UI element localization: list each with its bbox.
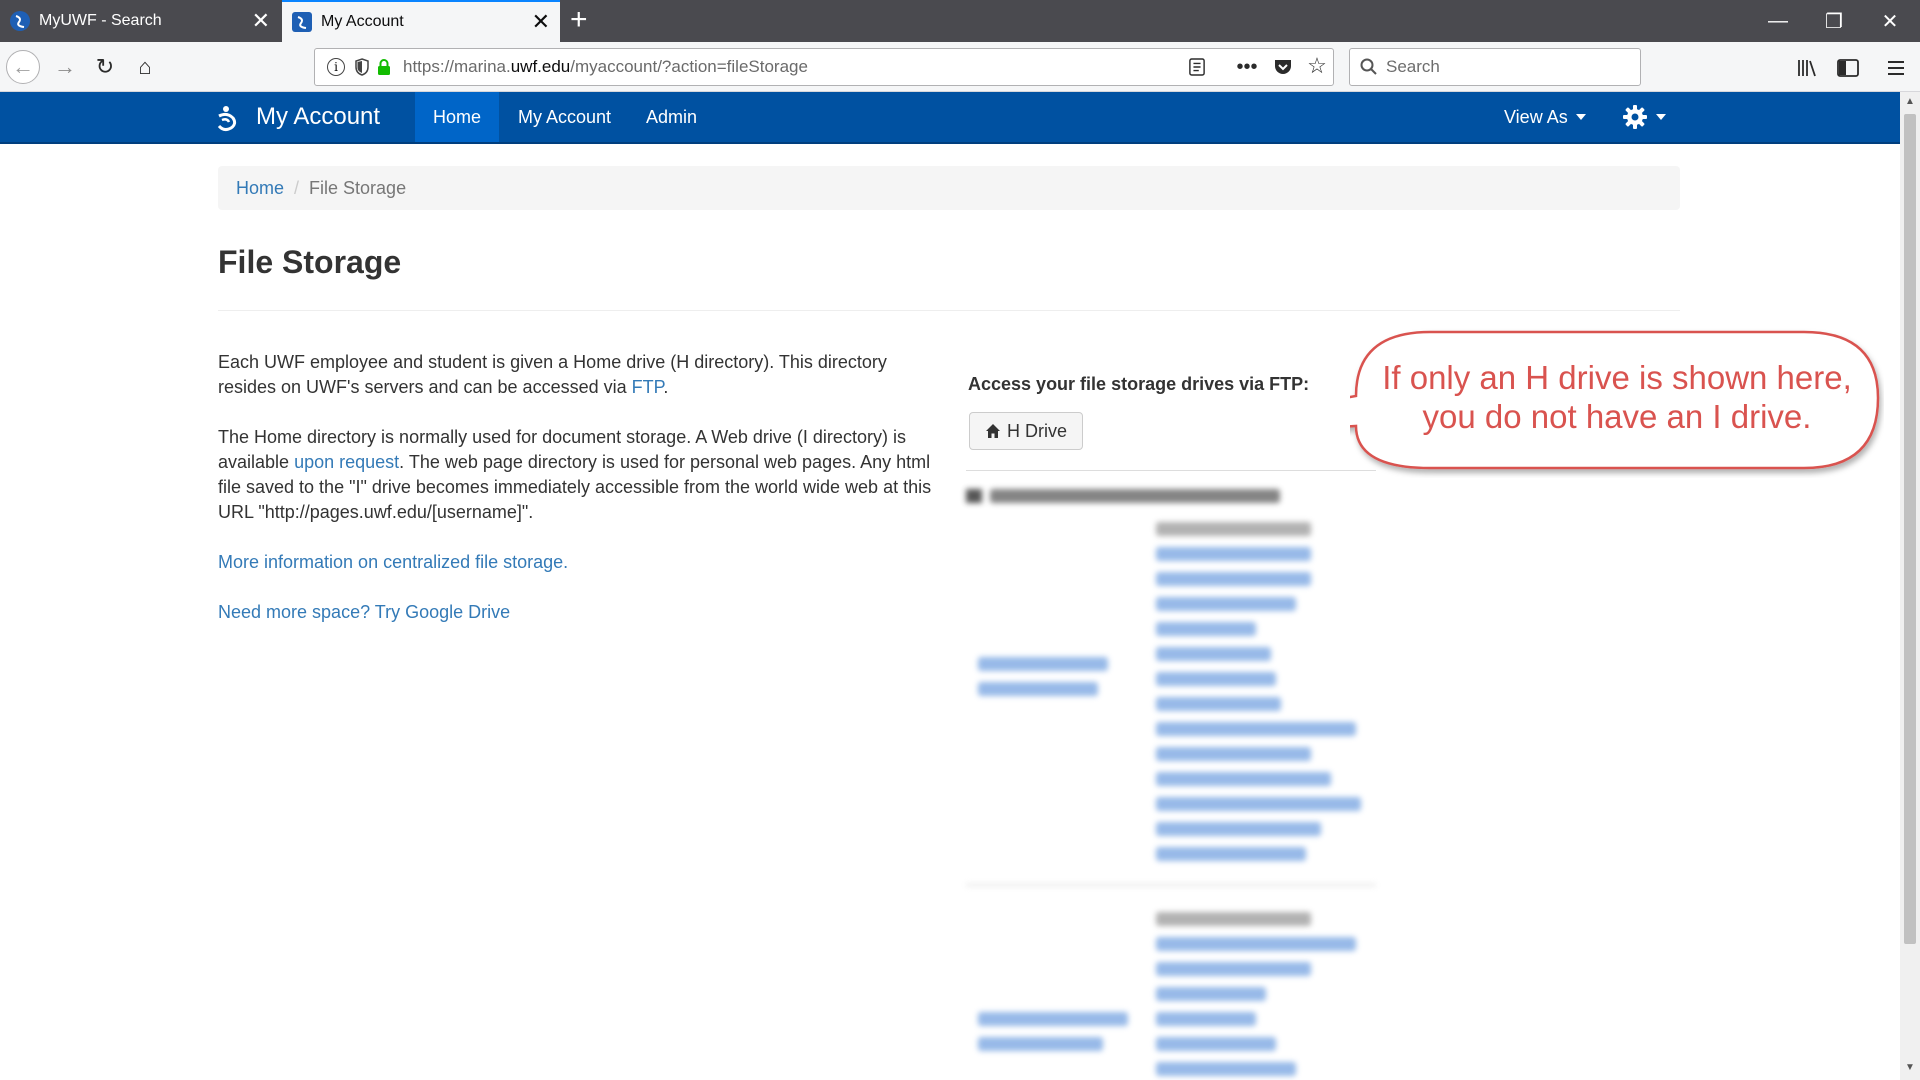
redacted-group: [966, 512, 1376, 912]
url-domain: uwf.edu: [510, 57, 571, 76]
redacted-shared-folders: [966, 472, 1376, 1080]
site-brand[interactable]: My Account: [214, 92, 380, 142]
caret-down-icon: [1656, 114, 1666, 120]
h-drive-button[interactable]: H Drive: [969, 412, 1083, 450]
uwf-favicon-icon: [10, 11, 30, 31]
breadcrumb-current: File Storage: [309, 177, 407, 198]
scroll-up-icon[interactable]: ▲: [1903, 96, 1917, 107]
reload-icon[interactable]: ↻: [88, 50, 122, 84]
ftp-access-label: Access your file storage drives via FTP:: [968, 374, 1310, 394]
brand-title: My Account: [256, 103, 381, 130]
page-title: File Storage: [218, 244, 402, 280]
ftp-divider: [966, 470, 1376, 471]
redacted-header: [966, 480, 1376, 512]
caret-down-icon: [1575, 114, 1586, 120]
browser-search-input[interactable]: [1386, 57, 1626, 77]
intro-text: .: [663, 377, 669, 397]
settings-dropdown[interactable]: [1604, 92, 1684, 142]
url-text[interactable]: https://marina.uwf.edu/myaccount/?action…: [403, 57, 808, 77]
web-drive-paragraph: The Home directory is normally used for …: [218, 425, 938, 525]
browser-tab-bar: MyUWF - Search ✕ My Account ✕ + — ❐ ✕: [0, 0, 1920, 42]
page-actions-icon[interactable]: •••: [1236, 56, 1258, 78]
home-icon: [985, 424, 1000, 438]
site-info-icon[interactable]: i: [327, 58, 345, 76]
home-icon[interactable]: ⌂: [128, 50, 162, 84]
upon-request-link[interactable]: upon request: [294, 452, 399, 472]
forward-icon[interactable]: →: [48, 50, 82, 84]
page-viewport: My Account Home My Account Admin View As: [0, 92, 1900, 1080]
breadcrumb: Home / File Storage: [218, 166, 1680, 210]
browser-toolbar: ← → ↻ ⌂ i https://marina.uwf.edu/myaccou…: [0, 42, 1920, 92]
new-tab-icon[interactable]: +: [570, 4, 588, 36]
library-icon[interactable]: [1796, 56, 1820, 80]
breadcrumb-home-link[interactable]: Home: [236, 178, 284, 199]
close-tab-icon[interactable]: ✕: [532, 11, 550, 33]
search-icon: [1360, 58, 1377, 75]
breadcrumb-separator: /: [294, 177, 300, 198]
restore-icon[interactable]: ❐: [1806, 0, 1862, 42]
back-icon[interactable]: ←: [6, 50, 40, 84]
minimize-icon[interactable]: —: [1750, 0, 1806, 42]
tab-title: My Account: [321, 13, 404, 30]
site-navbar: My Account Home My Account Admin View As: [0, 92, 1900, 144]
intro-paragraph: Each UWF employee and student is given a…: [218, 350, 938, 400]
view-as-dropdown[interactable]: View As: [1486, 92, 1604, 142]
url-prefix: https://marina.: [403, 57, 511, 76]
window-close-icon[interactable]: ✕: [1862, 0, 1918, 42]
browser-search-box[interactable]: [1349, 48, 1641, 86]
file-storage-description: Each UWF employee and student is given a…: [218, 350, 938, 650]
scrollbar-thumb[interactable]: [1904, 114, 1916, 944]
sidebar-toggle-icon[interactable]: [1836, 56, 1860, 80]
intro-text: Each UWF employee and student is given a…: [218, 352, 887, 397]
reader-view-icon[interactable]: [1186, 56, 1208, 78]
address-bar[interactable]: i https://marina.uwf.edu/myaccount/?acti…: [314, 48, 1334, 86]
gear-icon: [1623, 105, 1647, 129]
tab-my-account[interactable]: My Account ✕: [282, 0, 560, 42]
nav-my-account[interactable]: My Account: [500, 92, 629, 142]
tab-myuwf-search[interactable]: MyUWF - Search ✕: [0, 0, 280, 42]
menu-icon[interactable]: [1884, 56, 1908, 80]
tracking-shield-icon[interactable]: [355, 58, 369, 76]
redacted-group: [966, 912, 1376, 1080]
google-drive-link[interactable]: Need more space? Try Google Drive: [218, 602, 510, 622]
callout-line-1: If only an H drive is shown here,: [1382, 359, 1852, 396]
callout-line-2: you do not have an I drive.: [1422, 398, 1812, 435]
page-scrollbar[interactable]: ▲ ▼: [1900, 92, 1920, 1080]
nav-home[interactable]: Home: [415, 92, 500, 142]
h-drive-label: H Drive: [1006, 420, 1067, 441]
more-info-link[interactable]: More information on centralized file sto…: [218, 552, 568, 572]
nav-admin[interactable]: Admin: [628, 92, 715, 142]
close-tab-icon[interactable]: ✕: [252, 10, 270, 32]
pocket-icon[interactable]: [1272, 56, 1294, 78]
title-divider: [218, 310, 1680, 311]
ftp-link[interactable]: FTP: [632, 377, 664, 397]
uwf-favicon-icon: [292, 12, 312, 32]
uwf-argo-logo-icon: [217, 106, 237, 132]
tab-title: MyUWF - Search: [39, 12, 162, 29]
scroll-down-icon[interactable]: ▼: [1903, 1062, 1917, 1073]
folder-icon: [966, 489, 982, 503]
view-as-label: View As: [1504, 106, 1568, 127]
secure-lock-icon[interactable]: [377, 58, 391, 76]
bookmark-star-icon[interactable]: ☆: [1306, 53, 1328, 78]
url-suffix: /myaccount/?action=fileStorage: [570, 57, 808, 76]
callout-text: If only an H drive is shown here, you do…: [1352, 358, 1882, 436]
